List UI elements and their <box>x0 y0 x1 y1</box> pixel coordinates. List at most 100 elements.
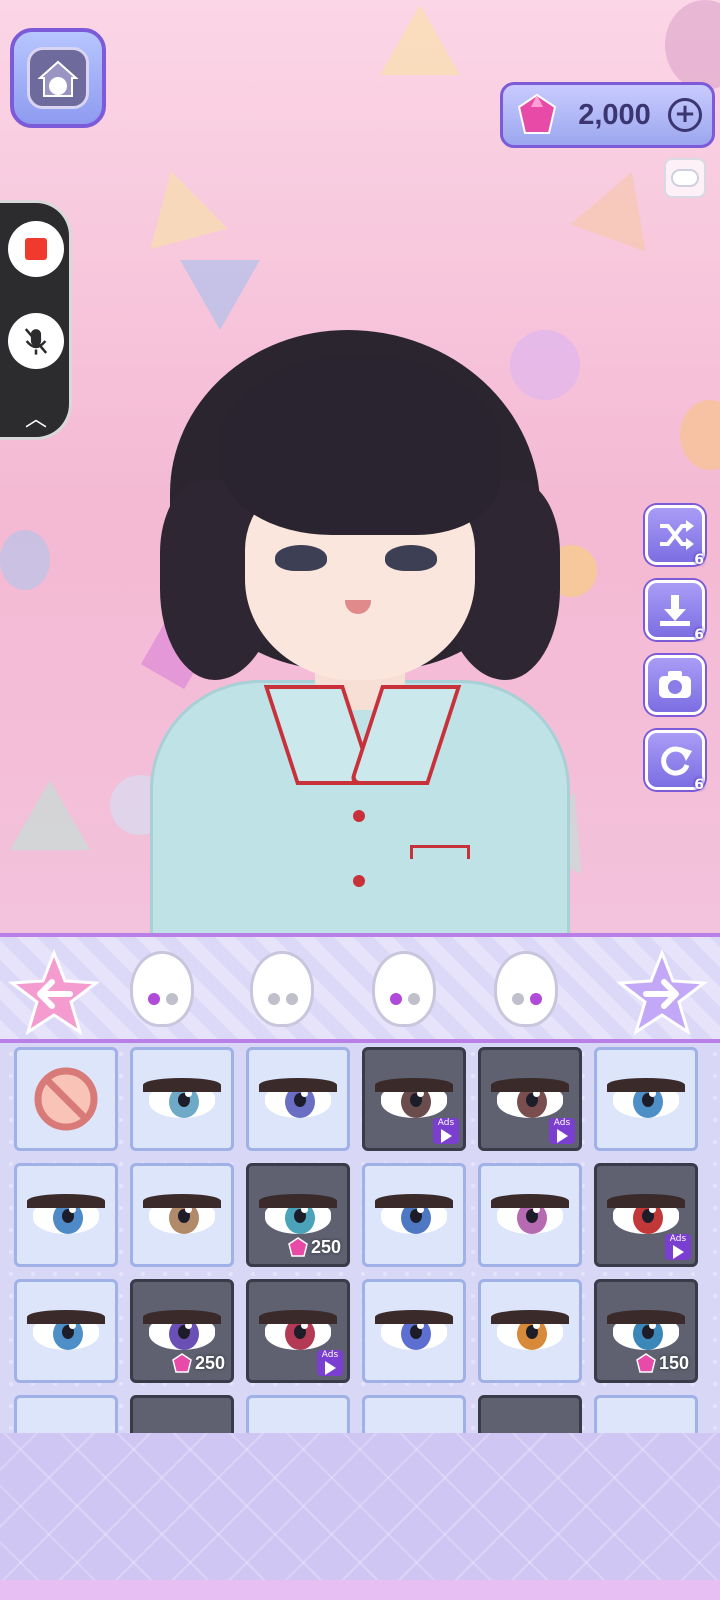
eye-option[interactable] <box>478 1279 582 1383</box>
shirt-button <box>353 810 365 822</box>
face-part-option[interactable] <box>486 951 566 1035</box>
gem-icon <box>172 1353 192 1373</box>
eye-option[interactable] <box>362 1163 466 1267</box>
eye-option[interactable]: Ads <box>362 1047 466 1151</box>
eye-dot <box>530 993 542 1005</box>
eye-option[interactable]: 250 <box>130 1279 234 1383</box>
eye-dot <box>148 993 160 1005</box>
eye-option[interactable] <box>362 1279 466 1383</box>
eye-options-grid: Ads Ads 250 Ads 250 Ads 150 <box>0 1043 720 1433</box>
bottom-panel-background <box>0 1433 720 1600</box>
eye-preview-icon <box>259 1078 337 1120</box>
eye-preview-icon <box>375 1310 453 1352</box>
eye-preview-icon <box>259 1310 337 1352</box>
pajama-shirt <box>150 680 570 935</box>
reset-icon <box>661 746 692 776</box>
stop-recording-button[interactable] <box>8 221 64 277</box>
eye-option[interactable]: Ads <box>478 1047 582 1151</box>
eye-option[interactable] <box>130 1163 234 1267</box>
head-icon <box>494 951 558 1027</box>
play-icon <box>440 1129 452 1143</box>
eye-option[interactable] <box>594 1047 698 1151</box>
eye-dot <box>512 993 524 1005</box>
download-button[interactable]: 6 <box>645 580 705 643</box>
shuffle-count: 6 <box>694 552 704 568</box>
eye-preview-icon <box>143 1078 221 1120</box>
camera-button[interactable] <box>645 655 705 715</box>
camera-icon <box>659 671 691 698</box>
hair-bangs <box>220 355 500 535</box>
home-icon <box>27 47 89 109</box>
ads-label: Ads <box>437 1118 455 1128</box>
star-arrow-left-icon <box>7 948 101 1036</box>
gem-icon <box>517 93 557 134</box>
background-flower <box>0 530 50 590</box>
head-icon <box>372 951 436 1027</box>
eye-dot <box>408 993 420 1005</box>
play-icon <box>324 1361 336 1375</box>
eye-preview-icon <box>607 1194 685 1236</box>
bottom-strip <box>0 1580 720 1600</box>
mute-microphone-button[interactable] <box>8 313 64 369</box>
eye-option[interactable] <box>14 1163 118 1267</box>
stop-icon <box>25 238 47 260</box>
download-count: 6 <box>694 627 704 643</box>
shuffle-button[interactable]: 6 <box>645 505 705 568</box>
eye-option[interactable] <box>478 1395 582 1433</box>
gem-price: 250 <box>310 1236 341 1257</box>
home-button[interactable] <box>10 28 106 128</box>
parts-selector-bar <box>0 933 720 1043</box>
next-part-button[interactable] <box>615 948 709 1036</box>
background-blob <box>665 0 720 90</box>
background-triangle <box>570 158 670 252</box>
gem-icon <box>288 1237 308 1257</box>
gem-counter[interactable]: 2,000 + <box>500 82 715 148</box>
gem-price: 150 <box>658 1352 689 1373</box>
gem-price: 250 <box>194 1352 225 1373</box>
face-part-option[interactable] <box>122 951 202 1035</box>
shirt-pocket <box>410 845 470 859</box>
shirt-button <box>353 875 365 887</box>
download-icon <box>660 595 690 626</box>
eye-option[interactable] <box>14 1395 118 1433</box>
no-eye-option[interactable] <box>14 1047 118 1151</box>
previous-part-button[interactable] <box>7 948 101 1036</box>
eye-option[interactable] <box>14 1279 118 1383</box>
gem-price-badge: 250 <box>287 1236 341 1258</box>
eye-option[interactable]: 150 <box>594 1279 698 1383</box>
gem-price-badge: 150 <box>635 1352 689 1374</box>
eye-option[interactable] <box>362 1395 466 1433</box>
character-eye <box>275 545 327 571</box>
eye-preview-icon <box>607 1078 685 1120</box>
add-gems-plus-icon[interactable]: + <box>668 98 702 132</box>
watch-ad-badge: Ads <box>433 1118 459 1144</box>
eye-preview-icon <box>143 1310 221 1352</box>
face-part-option[interactable] <box>242 951 322 1035</box>
eye-preview-icon <box>491 1078 569 1120</box>
play-icon <box>672 1245 684 1259</box>
background-blob <box>680 400 720 470</box>
eye-option[interactable] <box>246 1047 350 1151</box>
eye-option[interactable]: Ads <box>594 1163 698 1267</box>
chat-bubble-button[interactable] <box>664 158 706 198</box>
gem-count: 2,000 <box>578 98 651 131</box>
eye-option[interactable] <box>478 1163 582 1267</box>
eye-option[interactable] <box>594 1395 698 1433</box>
face-part-option[interactable] <box>364 951 444 1035</box>
background-triangle <box>132 160 228 250</box>
eye-option[interactable] <box>130 1395 234 1433</box>
eye-dot <box>286 993 298 1005</box>
eye-option[interactable]: 250 <box>246 1163 350 1267</box>
eye-preview-icon <box>259 1194 337 1236</box>
chevron-up-icon[interactable]: ︿ <box>22 401 50 432</box>
shuffle-icon <box>660 520 694 550</box>
eye-option[interactable] <box>130 1047 234 1151</box>
play-icon <box>556 1129 568 1143</box>
gem-icon <box>636 1353 656 1373</box>
reset-button[interactable]: 6 <box>645 730 705 793</box>
eye-option[interactable] <box>246 1395 350 1433</box>
side-tools: 6 6 6 <box>645 505 707 805</box>
watch-ad-badge: Ads <box>665 1234 691 1260</box>
house-icon <box>37 60 79 97</box>
eye-option[interactable]: Ads <box>246 1279 350 1383</box>
